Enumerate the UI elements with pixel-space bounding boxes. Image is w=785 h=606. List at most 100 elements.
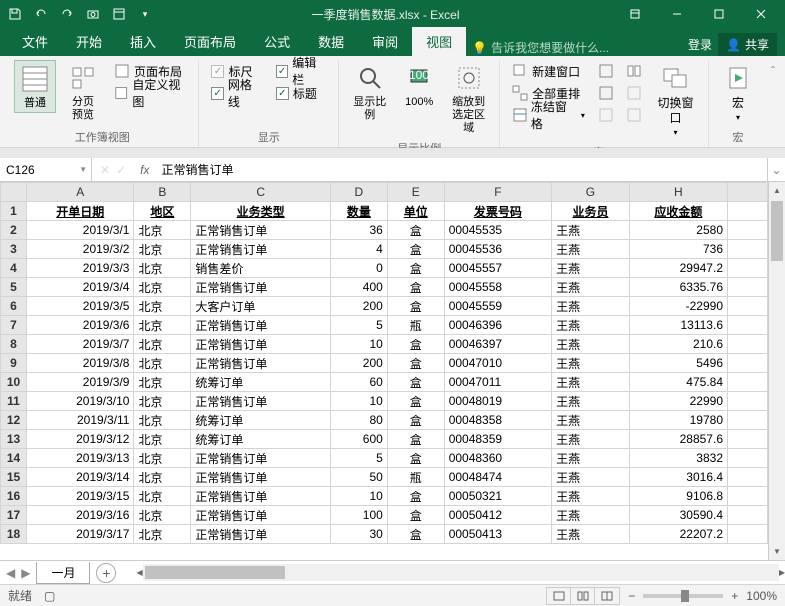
close-button[interactable] <box>741 0 781 28</box>
sheet-tab[interactable]: 一月 <box>36 562 90 584</box>
col-header[interactable]: A <box>27 183 134 202</box>
freeze-button[interactable]: 冻结窗格▾ <box>508 104 589 126</box>
cell[interactable]: 50 <box>330 468 387 487</box>
col-header[interactable]: F <box>444 183 551 202</box>
cell[interactable]: 2019/3/3 <box>27 259 134 278</box>
cell[interactable]: 10 <box>330 392 387 411</box>
zoomsel-button[interactable]: 缩放到 选定区域 <box>446 60 491 138</box>
row-header[interactable]: 2 <box>1 221 27 240</box>
sheet-prev-icon[interactable]: ◀ <box>6 566 15 580</box>
cell[interactable]: 2019/3/16 <box>27 506 134 525</box>
row-header[interactable]: 14 <box>1 449 27 468</box>
cell[interactable]: 正常销售订单 <box>191 392 331 411</box>
cell[interactable]: 盒 <box>387 487 444 506</box>
cell[interactable]: 瓶 <box>387 468 444 487</box>
cell[interactable]: 北京 <box>134 468 191 487</box>
cell[interactable]: 3016.4 <box>629 468 727 487</box>
cell[interactable]: 2019/3/5 <box>27 297 134 316</box>
cell[interactable]: 王燕 <box>552 316 630 335</box>
pagebreak-button[interactable]: 分页 预览 <box>62 60 104 124</box>
tab-layout[interactable]: 页面布局 <box>170 27 250 56</box>
row-header[interactable]: 4 <box>1 259 27 278</box>
cell[interactable]: 28857.6 <box>629 430 727 449</box>
zoom100-button[interactable]: 100100% <box>398 60 440 111</box>
cell[interactable]: 00045535 <box>444 221 551 240</box>
name-box-input[interactable] <box>6 163 85 177</box>
cell[interactable]: 北京 <box>134 297 191 316</box>
col-header[interactable]: C <box>191 183 331 202</box>
cell[interactable]: 王燕 <box>552 392 630 411</box>
cell[interactable]: 王燕 <box>552 335 630 354</box>
cell[interactable]: 00050412 <box>444 506 551 525</box>
cell[interactable]: 2019/3/15 <box>27 487 134 506</box>
cell[interactable]: 王燕 <box>552 430 630 449</box>
customview-button[interactable]: 自定义视图 <box>110 82 190 104</box>
cell[interactable]: 正常销售订单 <box>191 278 331 297</box>
cell[interactable]: 王燕 <box>552 487 630 506</box>
share-button[interactable]: 👤共享 <box>718 33 777 56</box>
row-header[interactable]: 6 <box>1 297 27 316</box>
cell[interactable]: 正常销售订单 <box>191 487 331 506</box>
cell[interactable]: 正常销售订单 <box>191 525 331 544</box>
sheet-next-icon[interactable]: ▶ <box>21 566 30 580</box>
row-header[interactable]: 8 <box>1 335 27 354</box>
qat-customize-icon[interactable]: ▾ <box>134 3 156 25</box>
cell[interactable]: 400 <box>330 278 387 297</box>
cell[interactable]: 736 <box>629 240 727 259</box>
ribbon-options-icon[interactable] <box>615 0 655 28</box>
cell[interactable]: 盒 <box>387 297 444 316</box>
cell[interactable]: 北京 <box>134 259 191 278</box>
minimize-button[interactable] <box>657 0 697 28</box>
col-header[interactable]: E <box>387 183 444 202</box>
cell[interactable]: 盒 <box>387 525 444 544</box>
cell[interactable]: 00046397 <box>444 335 551 354</box>
row-header[interactable]: 9 <box>1 354 27 373</box>
cell[interactable]: 2019/3/2 <box>27 240 134 259</box>
cell[interactable]: 王燕 <box>552 373 630 392</box>
row-header[interactable]: 7 <box>1 316 27 335</box>
cell[interactable]: 北京 <box>134 240 191 259</box>
cell[interactable]: 00050321 <box>444 487 551 506</box>
cell[interactable]: -22990 <box>629 297 727 316</box>
cell[interactable]: 00047010 <box>444 354 551 373</box>
cell[interactable]: 5496 <box>629 354 727 373</box>
cell[interactable]: 00048360 <box>444 449 551 468</box>
cell[interactable]: 2019/3/13 <box>27 449 134 468</box>
header-cell[interactable]: 单位 <box>387 202 444 221</box>
gridlines-checkbox[interactable]: 网格线 <box>207 82 265 104</box>
cell[interactable]: 00045557 <box>444 259 551 278</box>
cell[interactable]: 统筹订单 <box>191 373 331 392</box>
cell[interactable]: 2019/3/9 <box>27 373 134 392</box>
cell[interactable]: 00048358 <box>444 411 551 430</box>
tab-file[interactable]: 文件 <box>8 27 62 56</box>
spreadsheet-grid[interactable]: ABCDEFGH1开单日期地区业务类型数量单位发票号码业务员应收金额22019/… <box>0 182 768 560</box>
newwindow-button[interactable]: 新建窗口 <box>508 60 589 82</box>
cell[interactable]: 北京 <box>134 506 191 525</box>
collapse-ribbon-icon[interactable]: ˆ <box>767 60 779 147</box>
zoom-out-button[interactable]: − <box>628 589 635 603</box>
cell[interactable]: 盒 <box>387 354 444 373</box>
formula-input[interactable] <box>155 158 767 181</box>
cell[interactable]: 王燕 <box>552 221 630 240</box>
cell[interactable]: 王燕 <box>552 259 630 278</box>
cell[interactable]: 正常销售订单 <box>191 354 331 373</box>
fx-icon[interactable]: fx <box>134 163 155 177</box>
header-cell[interactable]: 业务员 <box>552 202 630 221</box>
cell[interactable]: 北京 <box>134 373 191 392</box>
zoom-button[interactable]: 显示比例 <box>347 60 392 124</box>
scroll-up-icon[interactable]: ▲ <box>769 182 785 199</box>
cell[interactable]: 王燕 <box>552 278 630 297</box>
tab-formulas[interactable]: 公式 <box>250 27 304 56</box>
header-cell[interactable]: 开单日期 <box>27 202 134 221</box>
cell[interactable]: 210.6 <box>629 335 727 354</box>
vertical-scrollbar[interactable]: ▲ ▼ <box>768 182 785 560</box>
undo-icon[interactable] <box>30 3 52 25</box>
cell[interactable]: 2019/3/1 <box>27 221 134 240</box>
form-icon[interactable] <box>108 3 130 25</box>
cell[interactable]: 北京 <box>134 392 191 411</box>
cell[interactable]: 30590.4 <box>629 506 727 525</box>
header-cell[interactable]: 业务类型 <box>191 202 331 221</box>
cell[interactable]: 正常销售订单 <box>191 506 331 525</box>
macro-record-icon[interactable]: ▢ <box>44 589 55 603</box>
cell[interactable]: 00046396 <box>444 316 551 335</box>
